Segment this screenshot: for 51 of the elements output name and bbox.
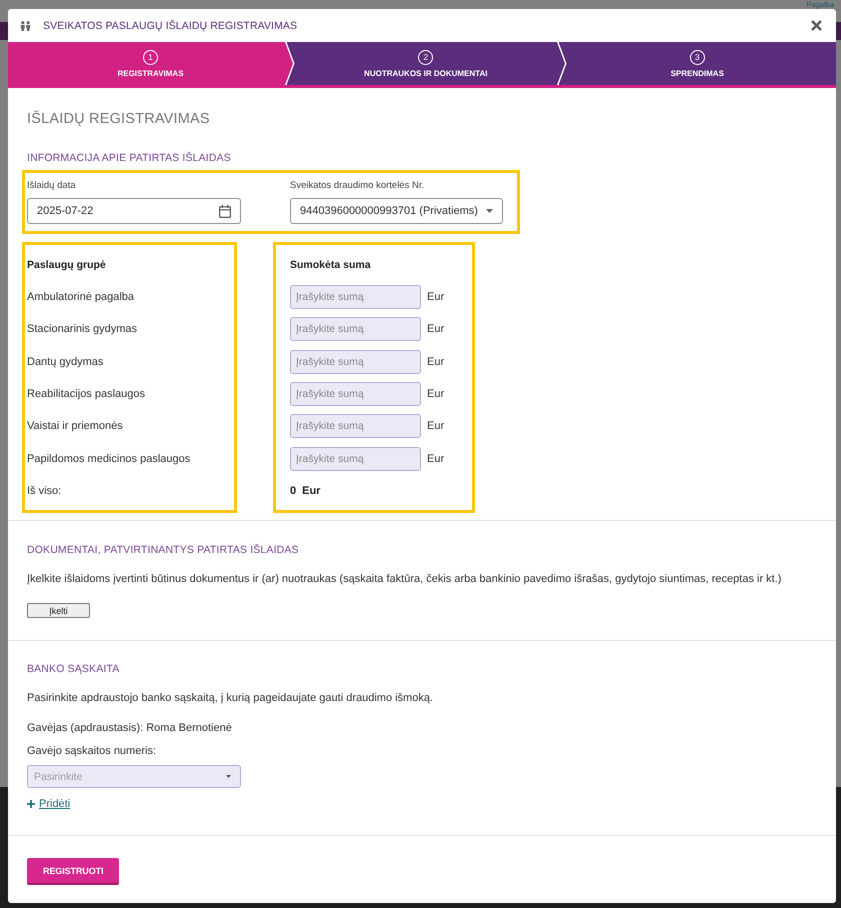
- instruction-text: Pasirinkite apdraustojo banko sąskaitą, į kurią pageidaujate gauti draudimo išmoką.: [27, 691, 434, 706]
- step-number: 3: [690, 50, 705, 64]
- currency-label: Eur: [302, 484, 320, 497]
- service-name: Reabilitacijos paslaugos: [27, 388, 146, 400]
- amount-input[interactable]: Įrašykite sumą: [290, 317, 421, 342]
- recipient-text: Gavėjas (apdraustasis): Roma Bernotienė: [27, 721, 233, 736]
- instruction-text: Įkelkite išlaidoms įvertinti būtinus dokumentus ir (ar) nuotraukas (sąskaita faktūra, čekis arba bankinio pavedimo išrašas, gydytojo siuntimas, receptas ir kt.): [27, 572, 782, 588]
- currency-label: Eur: [427, 420, 444, 432]
- upload-button[interactable]: Įkelti: [27, 603, 90, 618]
- amount-input[interactable]: Įrašykite sumą: [290, 285, 421, 310]
- step-number: 1: [143, 50, 158, 64]
- plus-icon[interactable]: [27, 800, 35, 808]
- field-label: Sveikatos draudimo kortelės Nr.: [290, 179, 426, 193]
- service-name: Ambulatorinė pagalba: [27, 291, 134, 304]
- column-header: Sumokėta suma: [290, 258, 371, 271]
- column-header: Paslaugų grupė: [27, 258, 106, 271]
- card-select[interactable]: 9440396000000993701 (Privatiems): [290, 198, 503, 224]
- people-icon: [20, 20, 31, 30]
- date-field[interactable]: 2025-07-22: [27, 198, 241, 224]
- caret-icon: [486, 209, 493, 213]
- amount-input[interactable]: Įrašykite sumą: [290, 350, 421, 374]
- section-title: BANKO SĄSKAITA: [27, 662, 120, 676]
- calendar-icon[interactable]: [219, 204, 231, 218]
- register-button[interactable]: REGISTRUOTI: [27, 858, 120, 886]
- step-number: 2: [418, 50, 434, 64]
- dialog-title: SVEIKATOS PASLAUGŲ IŠLAIDŲ REGISTRAVIMAS: [43, 20, 298, 32]
- currency-label: Eur: [427, 323, 444, 336]
- section-title: INFORMACIJA APIE PATIRTAS IŠLAIDAS: [27, 151, 232, 165]
- page-heading: IŠLAIDŲ REGISTRAVIMAS: [27, 110, 211, 128]
- service-name: Papildomos medicinos paslaugos: [27, 452, 190, 465]
- service-name: Vaistai ir priemonės: [27, 420, 123, 432]
- currency-label: Eur: [427, 452, 444, 465]
- step-label: NUOTRAUKOS IR DOKUMENTAI: [364, 68, 488, 78]
- section-title: DOKUMENTAI, PATVIRTINANTYS PATIRTAS IŠLAIDAS: [27, 543, 300, 558]
- caret-icon: [226, 775, 231, 778]
- service-name: Stacionarinis gydymas: [27, 323, 138, 336]
- service-name: Dantų gydymas: [27, 356, 104, 368]
- step-label: SPRENDIMAS: [670, 68, 724, 78]
- field-label: Išlaidų data: [27, 179, 77, 193]
- amount-input[interactable]: Įrašykite sumą: [290, 414, 421, 438]
- currency-label: Eur: [427, 388, 444, 400]
- currency-label: Eur: [427, 356, 444, 368]
- amount-input[interactable]: Įrašykite sumą: [290, 382, 421, 406]
- amount-input[interactable]: Įrašykite sumą: [290, 446, 421, 471]
- total-amount: 0: [290, 484, 296, 497]
- total-label: Iš viso:: [27, 484, 62, 497]
- add-link[interactable]: Pridėti: [39, 796, 70, 812]
- field-label: Gavėjo sąskaitos numeris:: [27, 744, 157, 760]
- currency-label: Eur: [427, 291, 444, 304]
- step-label: REGISTRAVIMAS: [117, 68, 184, 78]
- close-icon[interactable]: [811, 20, 822, 31]
